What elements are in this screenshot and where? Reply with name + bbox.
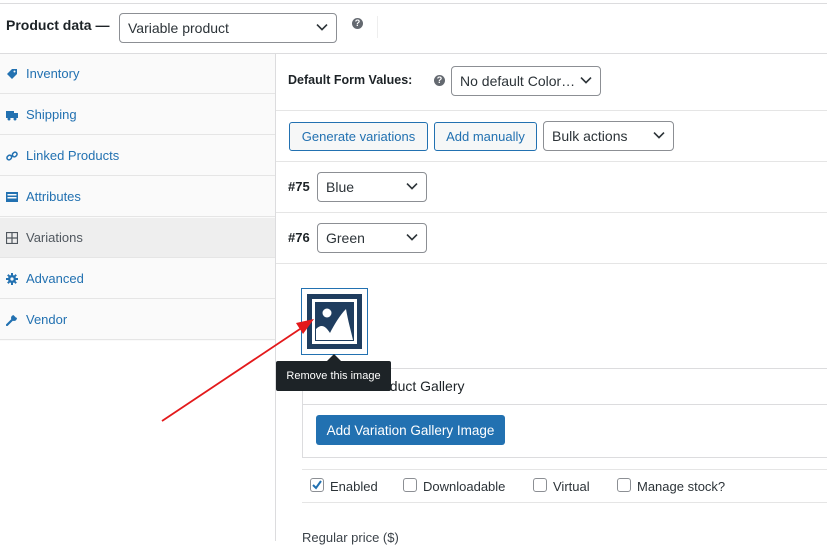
annotation-arrow xyxy=(161,319,314,422)
